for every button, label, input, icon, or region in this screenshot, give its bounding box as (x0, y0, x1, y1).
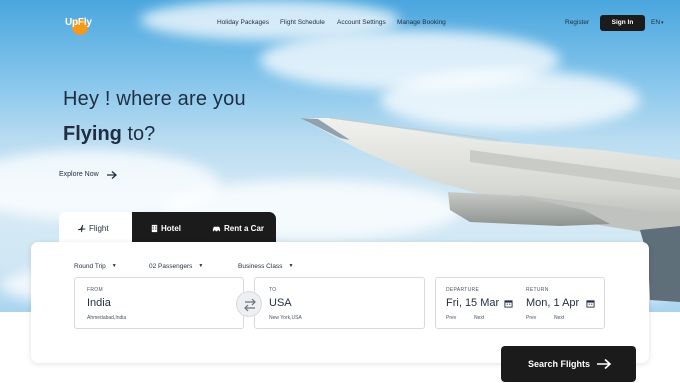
departure-date: Fri, 15 Mar (446, 297, 500, 309)
dates-field: DEPARTURE Fri, 15 Mar Prev Next RETURN M… (435, 277, 605, 329)
nav-flight-schedule[interactable]: Flight Schedule (280, 19, 325, 26)
calendar-icon (504, 300, 513, 308)
to-field[interactable]: TO USA New York,USA (254, 277, 425, 329)
return-field[interactable]: RETURN Mon, 1 Apr Prev Next (520, 278, 604, 328)
tab-flight[interactable]: Flight (59, 212, 133, 244)
tab-group-dark: Hotel Rent a Car (132, 212, 276, 244)
logo[interactable]: UpFly (65, 17, 92, 28)
swap-button[interactable] (236, 291, 262, 317)
from-city: India (87, 297, 111, 309)
caret-down-icon: ▼ (111, 263, 117, 269)
return-next[interactable]: Next (554, 315, 564, 321)
arrow-right-icon (597, 358, 612, 370)
departure-prev[interactable]: Prev (446, 315, 456, 321)
trip-type-select[interactable]: Round Trip ▼ (74, 263, 117, 270)
tab-rent-a-car[interactable]: Rent a Car (198, 212, 276, 244)
class-select[interactable]: Business Class ▼ (238, 263, 293, 270)
return-prev[interactable]: Prev (526, 315, 536, 321)
calendar-icon (586, 300, 595, 308)
class-value: Business Class (238, 263, 283, 270)
departure-field[interactable]: DEPARTURE Fri, 15 Mar Prev Next (436, 278, 520, 328)
swap-arrows-icon (244, 298, 256, 312)
arrow-right-icon[interactable] (106, 170, 118, 180)
tab-hotel[interactable]: Hotel (132, 212, 198, 244)
passengers-value: 02 Passengers (149, 263, 193, 270)
page: UpFly Holiday Packages Flight Schedule A… (0, 0, 680, 383)
from-detail: Ahmedabad,India (87, 315, 127, 321)
to-label: TO (269, 287, 277, 293)
caret-down-icon: ▼ (288, 263, 294, 269)
headline-rest: to? (127, 123, 156, 145)
plane-icon (77, 224, 86, 233)
to-detail: New York,USA (269, 315, 302, 321)
to-city: USA (269, 297, 292, 309)
caret-down-icon: ▼ (198, 263, 204, 269)
passengers-select[interactable]: 02 Passengers ▼ (149, 263, 203, 270)
headline-line1: Hey ! where are you (63, 88, 246, 110)
from-label: FROM (87, 287, 103, 293)
sign-in-button[interactable]: Sign In (600, 15, 645, 31)
register-link[interactable]: Register (565, 19, 589, 26)
search-flights-label: Search Flights (528, 359, 591, 369)
nav-holiday-packages[interactable]: Holiday Packages (217, 19, 269, 26)
language-label: EN (651, 19, 661, 26)
search-flights-button[interactable]: Search Flights (501, 346, 636, 382)
tab-flight-label: Flight (89, 224, 109, 233)
return-date: Mon, 1 Apr (526, 297, 580, 309)
from-field[interactable]: FROM India Ahmedabad,India (74, 277, 244, 329)
nav-account-settings[interactable]: Account Settings (337, 19, 386, 26)
tab-hotel-label: Hotel (161, 224, 181, 233)
tab-rent-a-car-label: Rent a Car (224, 224, 265, 233)
headline-line2: Flying to? (63, 123, 155, 146)
car-icon (212, 226, 221, 233)
departure-next[interactable]: Next (474, 315, 484, 321)
trip-type-value: Round Trip (74, 263, 106, 270)
language-selector[interactable]: EN▾ (651, 19, 664, 26)
departure-label: DEPARTURE (446, 287, 480, 293)
headline-bold: Flying (63, 123, 122, 145)
nav-manage-booking[interactable]: Manage Booking (397, 19, 446, 26)
explore-now-link[interactable]: Explore Now (59, 171, 99, 178)
building-icon (151, 224, 158, 233)
chevron-down-icon: ▾ (661, 20, 664, 26)
return-label: RETURN (526, 287, 549, 293)
